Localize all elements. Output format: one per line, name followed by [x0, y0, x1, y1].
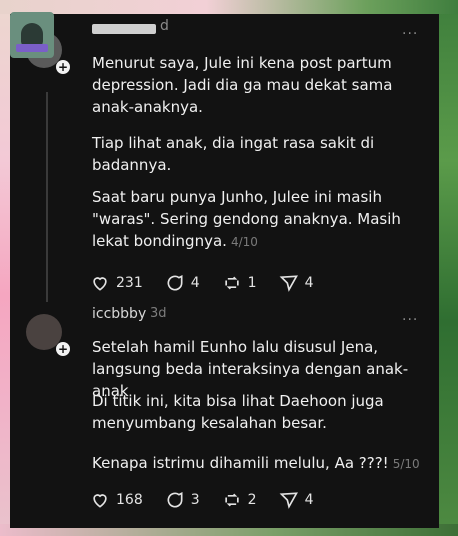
- thread-panel: + d ··· Menurut saya, Jule ini kena post…: [10, 14, 439, 528]
- post-paragraph: Kenapa istrimu dihamili melulu, Aa ???! 5…: [92, 452, 437, 475]
- share-icon: [279, 492, 298, 509]
- reply-count: 4: [190, 275, 200, 291]
- action-bar: 231 4 1 4: [90, 273, 314, 293]
- watermark-band: [16, 44, 48, 52]
- plus-icon[interactable]: +: [56, 342, 70, 356]
- comment-icon: [167, 491, 183, 508]
- share-count: 4: [304, 275, 314, 291]
- username-redacted: [92, 24, 156, 34]
- reply-button[interactable]: 3: [165, 490, 200, 510]
- username[interactable]: d: [160, 18, 169, 34]
- like-count: 231: [116, 275, 143, 291]
- plus-icon[interactable]: +: [56, 60, 70, 74]
- like-button[interactable]: 231: [90, 273, 143, 293]
- repost-button[interactable]: 2: [222, 490, 257, 510]
- share-count: 4: [304, 492, 314, 508]
- post-paragraph: Saat baru punya Junho, Julee ini masih "…: [92, 186, 437, 253]
- post-paragraph: Menurut saya, Jule ini kena post partum …: [92, 54, 393, 116]
- share-button[interactable]: 4: [279, 490, 314, 510]
- share-icon: [279, 275, 298, 292]
- repost-count: 1: [247, 275, 257, 291]
- post-paragraph: Di titik ini, kita bisa lihat Daehoon ju…: [92, 392, 384, 432]
- repost-count: 2: [247, 492, 257, 508]
- repost-button[interactable]: 1: [222, 273, 257, 293]
- heart-icon: [93, 494, 107, 508]
- reply-count: 3: [190, 492, 200, 508]
- more-icon[interactable]: ···: [402, 312, 418, 328]
- username[interactable]: iccbbby: [92, 306, 146, 322]
- heart-icon: [93, 277, 107, 291]
- background-top: [0, 0, 458, 14]
- page-indicator: 5/10: [392, 457, 420, 471]
- watermark-logo: [10, 12, 54, 58]
- thread-line: [46, 92, 48, 302]
- share-button[interactable]: 4: [279, 273, 314, 293]
- comment-icon: [167, 274, 183, 291]
- like-count: 168: [116, 492, 143, 508]
- post-paragraph: Tiap lihat anak, dia ingat rasa sakit di…: [92, 134, 375, 174]
- like-button[interactable]: 168: [90, 490, 143, 510]
- action-bar: 168 3 2 4: [90, 490, 314, 510]
- repost-icon: [224, 276, 239, 290]
- timestamp: 3d: [150, 306, 167, 321]
- more-icon[interactable]: ···: [402, 26, 418, 42]
- page-indicator: 4/10: [230, 235, 258, 249]
- reply-button[interactable]: 4: [165, 273, 200, 293]
- post-paragraph-text: Kenapa istrimu dihamili melulu, Aa ???!: [92, 454, 389, 472]
- repost-icon: [224, 493, 239, 507]
